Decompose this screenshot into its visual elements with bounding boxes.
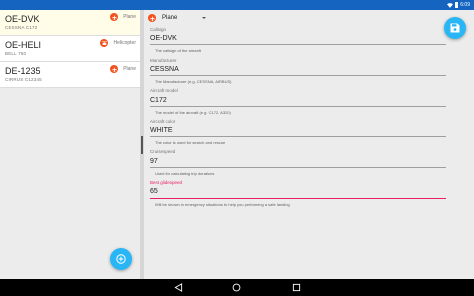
- callsign-label: Callsign: [150, 27, 167, 32]
- airplane-icon: [148, 14, 156, 22]
- cruisespeed-field[interactable]: 97: [150, 158, 158, 165]
- cruisespeed-underline: [150, 167, 446, 168]
- manufacturer-underline: [150, 75, 446, 76]
- callsign-helper: The callsign of the aircraft: [155, 48, 201, 53]
- battery-icon: [455, 2, 459, 8]
- cruisespeed-label: Cruisespeed: [150, 149, 176, 154]
- aircraft-color-field[interactable]: WHITE: [150, 127, 173, 134]
- status-icons: 6:09: [447, 1, 470, 9]
- aircraft-callsign: OE-HELI: [5, 40, 42, 50]
- aircraft-callsign: DE-1235: [5, 66, 41, 76]
- aircraft-model: CIRRUS C12345: [5, 77, 42, 82]
- glidespeed-field[interactable]: 65: [150, 188, 158, 195]
- status-time: 6:09: [460, 2, 470, 8]
- app-screen: 6:09 OE-DVK CESSNA C172 Plane OE-HELI BE…: [0, 0, 474, 296]
- aircraft-list-panel: OE-DVK CESSNA C172 Plane OE-HELI BELL 75…: [0, 10, 140, 279]
- divider-drag-handle[interactable]: [141, 136, 143, 154]
- aircraft-callsign: OE-DVK: [5, 14, 40, 24]
- wifi-icon: [447, 2, 454, 8]
- aircraft-color-label: Aircraft color: [150, 119, 176, 124]
- aircraft-color-helper: The color is used for search and rescue: [155, 140, 226, 145]
- aircraft-type-label: Helicopter: [113, 40, 136, 46]
- aircraft-type-value: Plane: [162, 15, 178, 21]
- recents-square-icon[interactable]: [292, 283, 301, 292]
- glidespeed-helper: Will be shown in emergency situations to…: [155, 202, 290, 207]
- back-triangle-icon[interactable]: [174, 283, 183, 292]
- add-aircraft-button[interactable]: [110, 248, 132, 270]
- aircraft-model: CESSNA C172: [5, 25, 38, 30]
- navigation-bar: [0, 279, 474, 296]
- aircraft-list-item[interactable]: OE-HELI BELL 750 Helicopter: [0, 36, 140, 62]
- aircraft-type-dropdown[interactable]: Plane: [148, 13, 207, 23]
- callsign-field[interactable]: OE-DVK: [150, 35, 177, 42]
- aircraft-list-item[interactable]: OE-DVK CESSNA C172 Plane: [0, 10, 140, 36]
- helicopter-icon: [100, 39, 108, 47]
- manufacturer-field[interactable]: CESSNA: [150, 66, 179, 73]
- aircraft-model-field[interactable]: C172: [150, 97, 167, 104]
- home-circle-icon[interactable]: [232, 283, 241, 292]
- manufacturer-helper: The Manufacturer (e.g. CESSNA, AIRBUS): [155, 79, 232, 84]
- glidespeed-label: Best glidespeed: [150, 180, 183, 185]
- aircraft-model-label: Aircraft model: [150, 88, 178, 93]
- airplane-icon: [110, 13, 118, 21]
- aircraft-model-helper: The model of the aircraft (e.g. C172, A3…: [155, 110, 231, 115]
- cruisespeed-helper: Used for calculating trip durations: [155, 171, 215, 176]
- aircraft-type-label: Plane: [123, 14, 136, 20]
- aircraft-model: BELL 750: [5, 51, 27, 56]
- plus-circle-icon: [116, 254, 126, 264]
- aircraft-model-underline: [150, 106, 446, 107]
- airplane-icon: [110, 65, 118, 73]
- save-button[interactable]: [444, 17, 466, 39]
- status-bar: 6:09: [0, 0, 474, 10]
- callsign-underline: [150, 44, 446, 45]
- aircraft-color-underline: [150, 136, 446, 137]
- dropdown-arrow-icon: [202, 17, 207, 19]
- floppy-disk-icon: [450, 23, 460, 33]
- aircraft-detail-panel: Plane Callsign OE-DVK The callsign of th…: [144, 10, 474, 279]
- aircraft-list-item[interactable]: DE-1235 CIRRUS C12345 Plane: [0, 62, 140, 88]
- aircraft-type-label: Plane: [123, 66, 136, 72]
- glidespeed-underline: [150, 198, 446, 199]
- manufacturer-label: Manufacturer: [150, 58, 177, 63]
